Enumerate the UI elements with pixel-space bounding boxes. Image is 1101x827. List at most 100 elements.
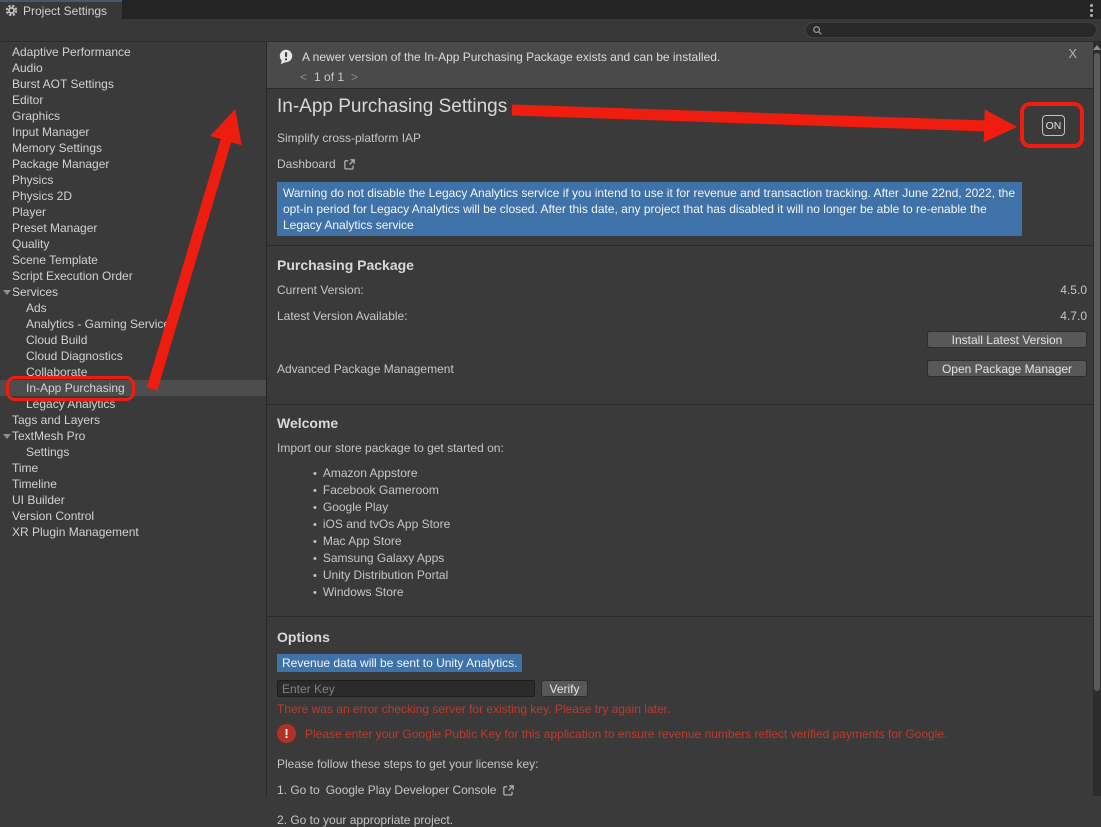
store-list-item: Unity Distribution Portal <box>313 567 1083 584</box>
sidebar-item-preset-manager[interactable]: Preset Manager <box>0 220 266 236</box>
store-list-item: Google Play <box>313 499 1083 516</box>
sidebar-item-label: Scene Template <box>0 253 98 267</box>
sidebar-item-label: Ads <box>0 301 47 315</box>
server-error-text: There was an error checking server for e… <box>277 702 1083 716</box>
sidebar-item-legacy-analytics[interactable]: Legacy Analytics <box>0 396 266 412</box>
section-title-options: Options <box>277 629 1083 645</box>
sidebar-item-collaborate[interactable]: Collaborate <box>0 364 266 380</box>
sidebar-item-label: Physics 2D <box>0 189 72 203</box>
sidebar-item-label: Package Manager <box>0 157 109 171</box>
foldout-triangle-icon[interactable] <box>3 434 11 439</box>
window-title-bar: Project Settings <box>0 0 1101 19</box>
kebab-menu-icon[interactable] <box>1090 4 1093 7</box>
sidebar-item-adaptive-performance[interactable]: Adaptive Performance <box>0 44 266 60</box>
sidebar-item-label: Player <box>0 205 46 219</box>
search-input[interactable] <box>823 24 1096 36</box>
sidebar-item-physics-2d[interactable]: Physics 2D <box>0 188 266 204</box>
store-list-item: Facebook Gameroom <box>313 482 1083 499</box>
pager-label: 1 of 1 <box>314 70 344 84</box>
sidebar-item-label: Physics <box>0 173 53 187</box>
toolbar <box>0 19 1101 42</box>
advanced-package-label: Advanced Package Management <box>277 362 454 376</box>
sidebar-item-xr-plugin-management[interactable]: XR Plugin Management <box>0 524 266 540</box>
latest-version-value: 4.7.0 <box>1060 309 1087 323</box>
sidebar-item-timeline[interactable]: Timeline <box>0 476 266 492</box>
google-key-error-row: ! Please enter your Google Public Key fo… <box>277 724 1083 743</box>
sidebar-item-graphics[interactable]: Graphics <box>0 108 266 124</box>
sidebar-item-label: Memory Settings <box>0 141 102 155</box>
section-title-purchasing-package: Purchasing Package <box>277 257 1087 273</box>
sidebar-item-player[interactable]: Player <box>0 204 266 220</box>
latest-version-row: Latest Version Available: 4.7.0 <box>277 309 1087 323</box>
tab-project-settings[interactable]: Project Settings <box>0 0 122 19</box>
welcome-section: Welcome Import our store package to get … <box>267 405 1093 607</box>
sidebar-item-ui-builder[interactable]: UI Builder <box>0 492 266 508</box>
store-list: Amazon AppstoreFacebook GameroomGoogle P… <box>277 465 1083 601</box>
latest-version-label: Latest Version Available: <box>277 309 408 323</box>
pager-next-button[interactable]: > <box>351 70 358 84</box>
sidebar-item-version-control[interactable]: Version Control <box>0 508 266 524</box>
sidebar-item-label: In-App Purchasing <box>0 381 125 395</box>
sidebar-item-label: Audio <box>0 61 43 75</box>
sidebar-item-label: Script Execution Order <box>0 269 133 283</box>
verify-button[interactable]: Verify <box>541 680 588 697</box>
sidebar-item-scene-template[interactable]: Scene Template <box>0 252 266 268</box>
external-link-icon[interactable] <box>502 784 515 797</box>
scrollbar-up-arrow-icon[interactable] <box>1093 45 1101 50</box>
sidebar-item-quality[interactable]: Quality <box>0 236 266 252</box>
dashboard-link[interactable]: Dashboard <box>277 157 356 171</box>
sidebar-item-input-manager[interactable]: Input Manager <box>0 124 266 140</box>
open-package-manager-button[interactable]: Open Package Manager <box>927 360 1087 377</box>
legacy-analytics-warning: Warning do not disable the Legacy Analyt… <box>277 182 1022 236</box>
settings-sidebar: Adaptive PerformanceAudioBurst AOT Setti… <box>0 42 267 796</box>
scrollbar-thumb[interactable] <box>1094 53 1100 691</box>
iap-on-toggle[interactable]: ON <box>1042 115 1065 136</box>
sidebar-item-label: Time <box>0 461 38 475</box>
install-button-row: Install Latest Version <box>277 331 1087 348</box>
sidebar-item-label: Legacy Analytics <box>0 397 115 411</box>
error-icon: ! <box>277 724 296 743</box>
pager-prev-button[interactable]: < <box>300 70 307 84</box>
sidebar-item-package-manager[interactable]: Package Manager <box>0 156 266 172</box>
foldout-triangle-icon[interactable] <box>3 290 11 295</box>
sidebar-item-label: Tags and Layers <box>0 413 100 427</box>
sidebar-item-label: Quality <box>0 237 49 251</box>
search-icon <box>812 25 823 36</box>
search-field[interactable] <box>805 22 1097 38</box>
sidebar-item-label: TextMesh Pro <box>0 429 85 443</box>
sidebar-item-settings[interactable]: Settings <box>0 444 266 460</box>
current-version-label: Current Version: <box>277 283 364 297</box>
sidebar-item-label: Collaborate <box>0 365 87 379</box>
sidebar-item-physics[interactable]: Physics <box>0 172 266 188</box>
sidebar-item-editor[interactable]: Editor <box>0 92 266 108</box>
sidebar-item-cloud-diagnostics[interactable]: Cloud Diagnostics <box>0 348 266 364</box>
steps-intro: Please follow these steps to get your li… <box>277 757 1083 771</box>
sidebar-item-memory-settings[interactable]: Memory Settings <box>0 140 266 156</box>
current-version-row: Current Version: 4.5.0 <box>277 283 1087 297</box>
sidebar-item-label: Graphics <box>0 109 60 123</box>
sidebar-item-ads[interactable]: Ads <box>0 300 266 316</box>
section-title-welcome: Welcome <box>277 415 1083 431</box>
install-latest-version-button[interactable]: Install Latest Version <box>927 331 1087 348</box>
step-2-text: 2. Go to your appropriate project. <box>277 813 1083 827</box>
vertical-scrollbar[interactable] <box>1093 42 1101 796</box>
notification-bubble-icon <box>278 49 294 65</box>
sidebar-item-label: Editor <box>0 93 43 107</box>
sidebar-list: Adaptive PerformanceAudioBurst AOT Setti… <box>0 44 266 540</box>
sidebar-item-script-execution-order[interactable]: Script Execution Order <box>0 268 266 284</box>
google-play-console-link[interactable]: Google Play Developer Console <box>326 783 497 797</box>
sidebar-item-burst-aot-settings[interactable]: Burst AOT Settings <box>0 76 266 92</box>
sidebar-item-cloud-build[interactable]: Cloud Build <box>0 332 266 348</box>
sidebar-item-audio[interactable]: Audio <box>0 60 266 76</box>
sidebar-item-analytics-gaming-services[interactable]: Analytics - Gaming Services <box>0 316 266 332</box>
sidebar-item-textmesh-pro[interactable]: TextMesh Pro <box>0 428 266 444</box>
sidebar-item-services[interactable]: Services <box>0 284 266 300</box>
store-list-item: Mac App Store <box>313 533 1083 550</box>
banner-close-button[interactable]: X <box>1068 46 1077 61</box>
google-key-input[interactable] <box>277 680 535 697</box>
advanced-package-row: Advanced Package Management Open Package… <box>277 360 1087 395</box>
sidebar-item-time[interactable]: Time <box>0 460 266 476</box>
sidebar-item-tags-and-layers[interactable]: Tags and Layers <box>0 412 266 428</box>
sidebar-item-label: Cloud Diagnostics <box>0 349 123 363</box>
sidebar-item-in-app-purchasing[interactable]: In-App Purchasing <box>0 380 266 396</box>
